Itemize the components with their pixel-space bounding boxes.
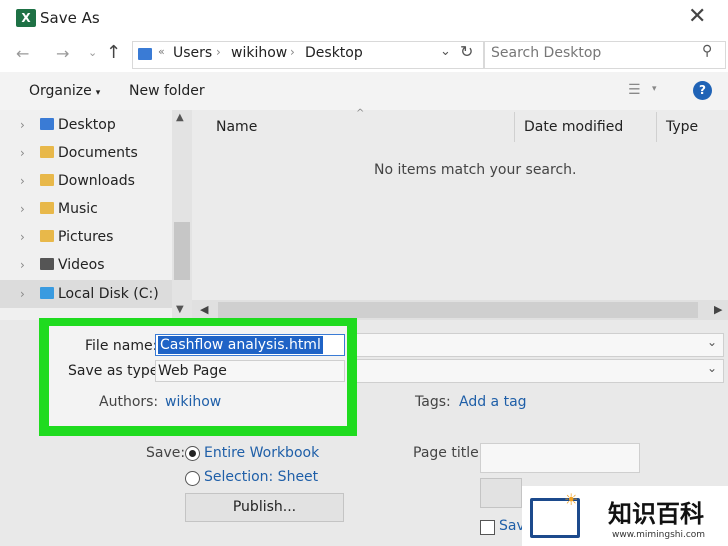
scroll-down-icon[interactable]: ▼ (176, 304, 184, 315)
search-icon[interactable]: ⚲ (702, 43, 712, 59)
refresh-icon[interactable]: ↻ (460, 42, 473, 61)
entire-workbook-label[interactable]: Entire Workbook (204, 445, 319, 461)
save-type-label: Save as type: (68, 363, 164, 379)
sidebar-scrollbar[interactable] (172, 110, 192, 318)
sidebar-item-label: Desktop (58, 117, 116, 133)
chevron-down-icon[interactable]: ⌄ (440, 44, 451, 59)
title-bar (0, 0, 728, 36)
videos-icon (40, 258, 54, 270)
file-name-value: Cashflow analysis.html (158, 336, 323, 354)
chevron-right-icon[interactable]: › (20, 224, 40, 250)
save-type-value: Web Page (158, 363, 227, 379)
sort-caret-icon: ^ (356, 108, 365, 119)
path-overflow[interactable]: « (158, 45, 165, 58)
excel-icon: X (16, 9, 36, 27)
help-icon[interactable]: ? (693, 81, 712, 100)
column-type[interactable]: Type (666, 119, 698, 135)
column-name[interactable]: Name (216, 119, 257, 135)
sidebar-item-videos[interactable]: › Videos (20, 252, 170, 278)
file-name-field-extension[interactable] (346, 333, 724, 357)
lightbulb-icon: ☀ (564, 490, 579, 509)
publish-button[interactable]: Publish... (185, 493, 344, 522)
chevron-right-icon[interactable]: › (20, 168, 40, 194)
back-icon[interactable]: ← (16, 44, 29, 63)
scrollbar-thumb[interactable] (218, 302, 698, 318)
music-icon (40, 202, 54, 214)
file-list (192, 110, 728, 302)
sidebar-item-label: Music (58, 201, 98, 217)
chevron-right-icon[interactable]: › (20, 252, 40, 278)
dropdown-arrow-icon: ▾ (95, 88, 101, 98)
scrollbar-thumb[interactable] (174, 222, 190, 280)
sidebar-item-pictures[interactable]: › Pictures (20, 224, 170, 250)
organize-label: Organize (29, 83, 92, 99)
chevron-down-icon[interactable]: ⌄ (707, 335, 717, 349)
chevron-right-icon[interactable]: › (20, 281, 40, 307)
breadcrumb-wikihow[interactable]: wikihow (231, 45, 287, 61)
chevron-right-icon: › (216, 45, 221, 59)
sidebar-item-local-disk[interactable]: › Local Disk (C:) (20, 281, 170, 307)
watermark-text: 知识百科 (608, 500, 704, 528)
view-options-icon[interactable]: ☰ (628, 82, 641, 98)
column-date-modified[interactable]: Date modified (524, 119, 623, 135)
sidebar-item-label: Videos (58, 257, 105, 273)
chevron-right-icon[interactable]: › (20, 140, 40, 166)
page-title-label: Page title: (413, 445, 484, 461)
search-placeholder: Search Desktop (491, 45, 602, 61)
save-label: Save: (146, 445, 186, 461)
window-title: Save As (40, 9, 100, 27)
sidebar-item-documents[interactable]: › Documents (20, 140, 170, 166)
selection-sheet-radio[interactable] (185, 471, 200, 486)
file-name-label: File name: (85, 338, 158, 354)
breadcrumb-desktop[interactable]: Desktop (305, 45, 363, 61)
folder-icon (138, 48, 152, 60)
selection-sheet-label[interactable]: Selection: Sheet (204, 469, 318, 485)
recent-dropdown-icon[interactable]: ⌄ (88, 46, 97, 59)
watermark-logo: ☀ 知识百科 www.mimingshi.com (522, 486, 728, 546)
save-type-field-extension[interactable] (346, 359, 724, 383)
toolbar (0, 72, 728, 110)
forward-icon[interactable]: → (56, 44, 69, 63)
chevron-right-icon: › (290, 45, 295, 59)
column-divider (514, 112, 515, 142)
empty-message: No items match your search. (374, 162, 577, 178)
downloads-icon (40, 174, 54, 186)
breadcrumb-users[interactable]: Users (173, 45, 212, 61)
dropdown-arrow-icon[interactable]: ▾ (652, 84, 657, 94)
tags-label: Tags: (415, 394, 451, 410)
watermark-url: www.mimingshi.com (612, 530, 706, 540)
close-icon[interactable]: ✕ (688, 4, 706, 29)
new-folder-button[interactable]: New folder (129, 83, 205, 99)
change-title-button[interactable] (480, 478, 522, 508)
chevron-right-icon[interactable]: › (20, 112, 40, 138)
save-thumbnail-checkbox[interactable] (480, 520, 495, 535)
organize-button[interactable]: Organize ▾ (29, 83, 100, 99)
documents-icon (40, 146, 54, 158)
scroll-right-icon[interactable]: ▶ (714, 303, 722, 316)
pictures-icon (40, 230, 54, 242)
chevron-down-icon[interactable]: ⌄ (707, 361, 717, 375)
sidebar-item-desktop[interactable]: › Desktop (20, 112, 170, 138)
sidebar-item-label: Pictures (58, 229, 114, 245)
scroll-up-icon[interactable]: ▲ (176, 112, 184, 123)
chevron-right-icon[interactable]: › (20, 196, 40, 222)
up-icon[interactable]: ↑ (106, 42, 121, 63)
page-title-input[interactable] (480, 443, 640, 473)
sidebar-item-label: Downloads (58, 173, 135, 189)
sidebar-item-label: Documents (58, 145, 138, 161)
authors-value[interactable]: wikihow (165, 394, 221, 410)
add-tag-link[interactable]: Add a tag (459, 394, 527, 410)
entire-workbook-radio[interactable] (185, 446, 200, 461)
sidebar-item-downloads[interactable]: › Downloads (20, 168, 170, 194)
drive-icon (40, 287, 54, 299)
save-thumbnail-label[interactable]: Sav (499, 518, 525, 534)
desktop-icon (40, 118, 54, 130)
scroll-left-icon[interactable]: ◀ (200, 303, 208, 316)
sidebar-item-label: Local Disk (C:) (58, 286, 159, 302)
authors-label: Authors: (99, 394, 159, 410)
sidebar-item-music[interactable]: › Music (20, 196, 170, 222)
column-divider (656, 112, 657, 142)
